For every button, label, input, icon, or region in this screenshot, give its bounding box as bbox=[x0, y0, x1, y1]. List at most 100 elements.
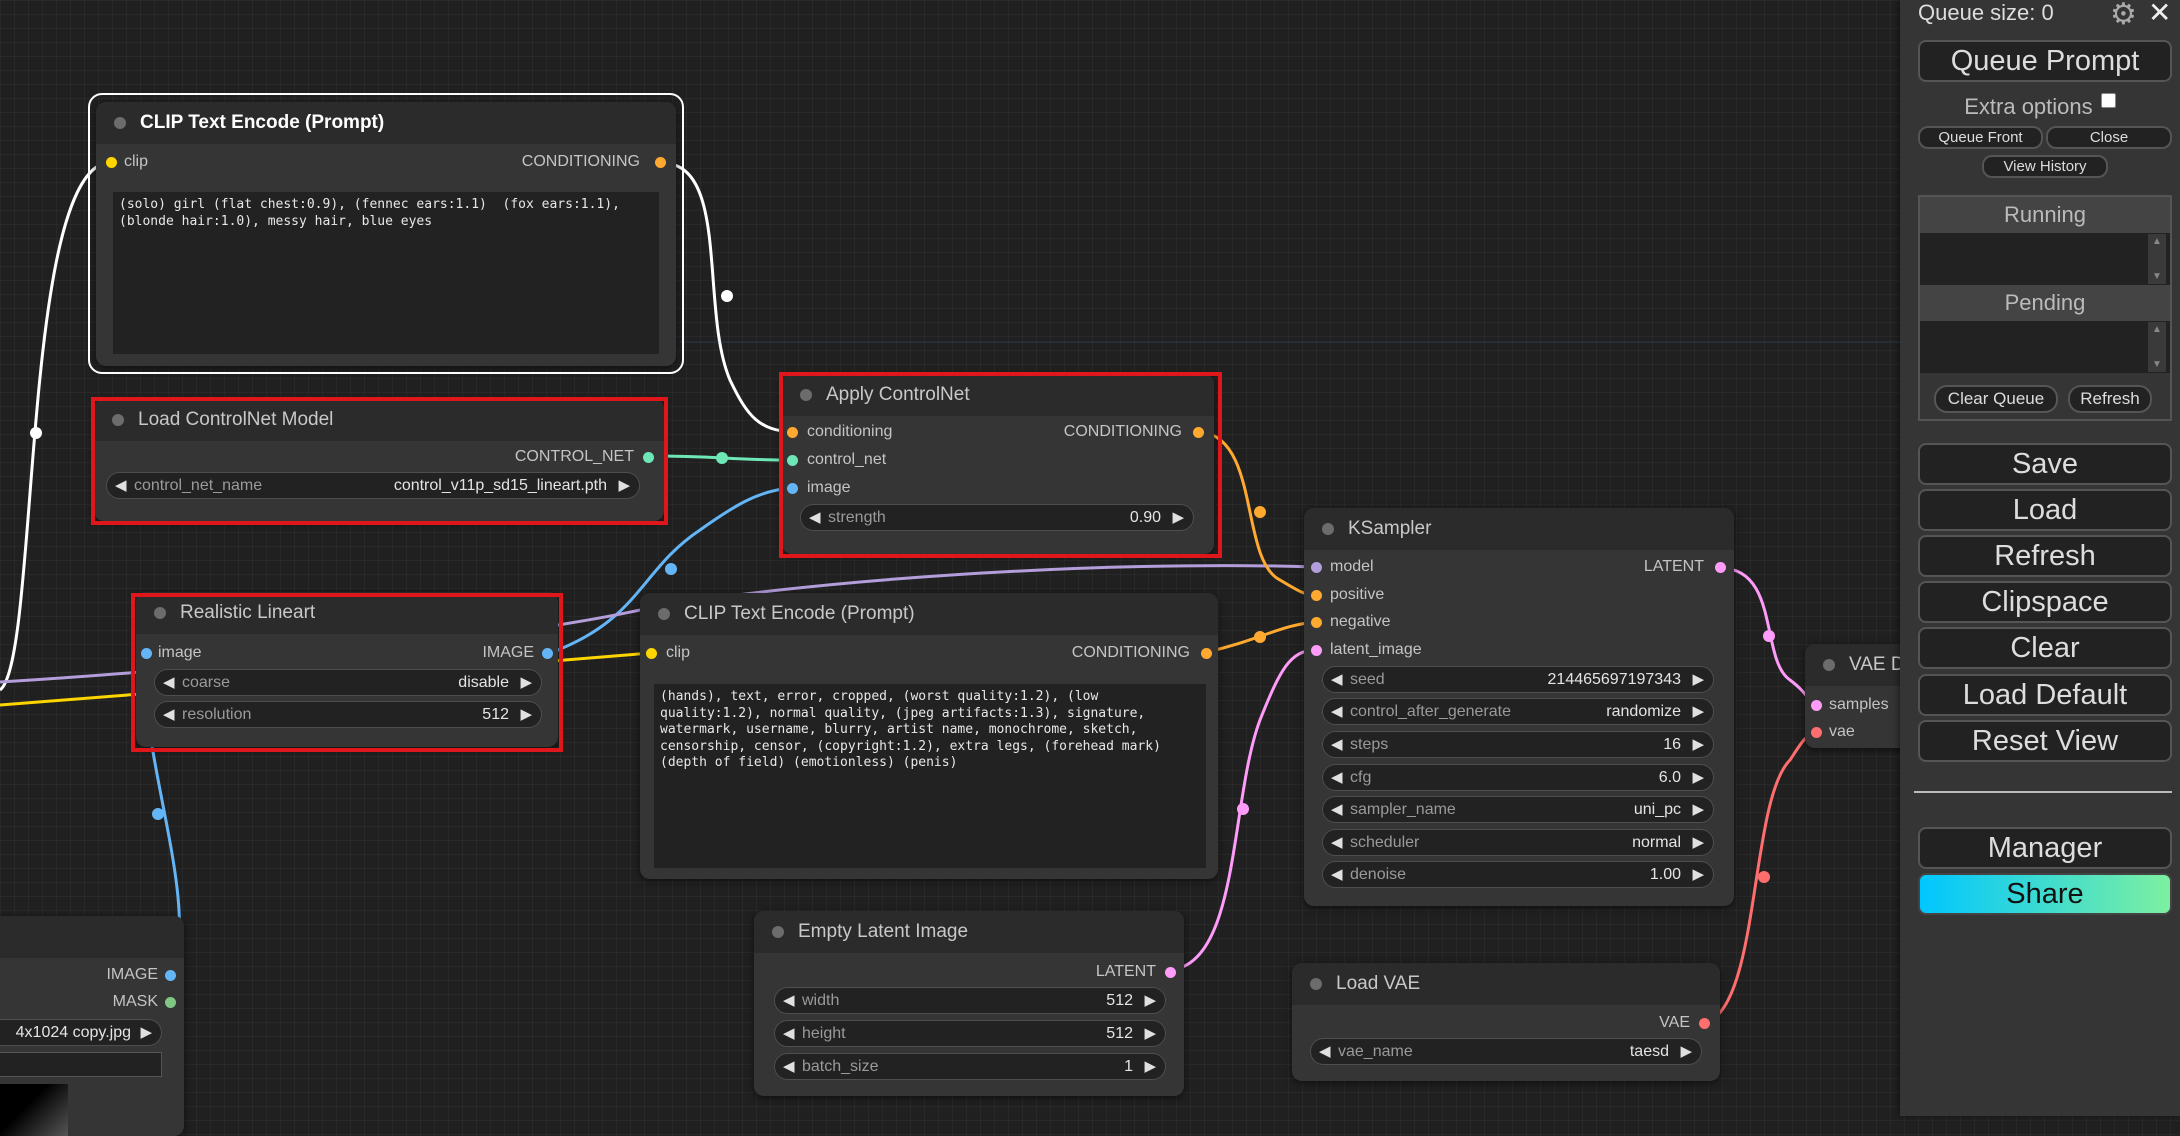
gear-icon[interactable]: ⚙ bbox=[2110, 0, 2137, 30]
batch-size-widget[interactable]: ◀ batch_size 1 ▶ bbox=[774, 1053, 1166, 1080]
load-default-button[interactable]: Load Default bbox=[1918, 674, 2172, 716]
output-conditioning-dot[interactable] bbox=[1201, 648, 1212, 659]
input-control-net-dot[interactable] bbox=[787, 455, 798, 466]
increment-arrow-icon[interactable]: ▶ bbox=[1144, 1021, 1156, 1046]
running-scrollbar[interactable]: ▲ ▼ bbox=[2148, 234, 2166, 284]
node-collapse-dot[interactable] bbox=[112, 414, 124, 426]
scroll-down-icon[interactable]: ▼ bbox=[2152, 271, 2162, 282]
output-vae-dot[interactable] bbox=[1699, 1018, 1710, 1029]
node-title-bar[interactable]: Empty Latent Image bbox=[754, 911, 1184, 953]
input-image-dot[interactable] bbox=[787, 483, 798, 494]
input-samples-dot[interactable] bbox=[1811, 700, 1822, 711]
close-icon[interactable]: ✕ bbox=[2148, 0, 2171, 29]
scroll-down-icon[interactable]: ▼ bbox=[2152, 359, 2162, 370]
increment-arrow-icon[interactable]: ▶ bbox=[1692, 732, 1704, 757]
share-button[interactable]: Share bbox=[1918, 873, 2172, 915]
output-image-dot[interactable] bbox=[165, 970, 176, 981]
increment-arrow-icon[interactable]: ▶ bbox=[140, 1020, 152, 1045]
width-widget[interactable]: ◀ width 512 ▶ bbox=[774, 987, 1166, 1014]
node-collapse-dot[interactable] bbox=[1823, 659, 1835, 671]
input-latent-image-dot[interactable] bbox=[1311, 645, 1322, 656]
increment-arrow-icon[interactable]: ▶ bbox=[1692, 797, 1704, 822]
increment-arrow-icon[interactable]: ▶ bbox=[1692, 765, 1704, 790]
control-after-generate-widget[interactable]: ◀ control_after_generate randomize ▶ bbox=[1322, 698, 1714, 725]
height-widget[interactable]: ◀ height 512 ▶ bbox=[774, 1020, 1166, 1047]
empty-latent-image-node[interactable]: Empty Latent Image LATENT ◀ width 512 ▶ … bbox=[754, 911, 1184, 1096]
decrement-arrow-icon[interactable]: ◀ bbox=[783, 1021, 795, 1046]
node-title-bar[interactable] bbox=[0, 916, 184, 958]
denoise-widget[interactable]: ◀ denoise 1.00 ▶ bbox=[1322, 861, 1714, 888]
node-title-bar[interactable]: Apply ControlNet bbox=[782, 374, 1214, 416]
seed-widget[interactable]: ◀ seed 214465697197343 ▶ bbox=[1322, 666, 1714, 693]
increment-arrow-icon[interactable]: ▶ bbox=[1692, 830, 1704, 855]
decrement-arrow-icon[interactable]: ◀ bbox=[163, 670, 175, 695]
ksampler-node[interactable]: KSampler model LATENT positive negative … bbox=[1304, 508, 1734, 906]
increment-arrow-icon[interactable]: ▶ bbox=[520, 670, 532, 695]
increment-arrow-icon[interactable]: ▶ bbox=[1144, 988, 1156, 1013]
decrement-arrow-icon[interactable]: ◀ bbox=[163, 702, 175, 727]
decrement-arrow-icon[interactable]: ◀ bbox=[1331, 830, 1343, 855]
coarse-combo[interactable]: ◀ coarse disable ▶ bbox=[154, 669, 542, 696]
steps-widget[interactable]: ◀ steps 16 ▶ bbox=[1322, 731, 1714, 758]
node-collapse-dot[interactable] bbox=[800, 389, 812, 401]
load-image-node[interactable]: IMAGE MASK 4x1024 copy.jpg ▶ bbox=[0, 916, 184, 1136]
resolution-slider[interactable]: ◀ resolution 512 ▶ bbox=[154, 701, 542, 728]
pending-scrollbar[interactable]: ▲ ▼ bbox=[2148, 322, 2166, 372]
sampler-name-widget[interactable]: ◀ sampler_name uni_pc ▶ bbox=[1322, 796, 1714, 823]
decrement-arrow-icon[interactable]: ◀ bbox=[1331, 699, 1343, 724]
node-collapse-dot[interactable] bbox=[772, 926, 784, 938]
input-image-dot[interactable] bbox=[141, 648, 152, 659]
increment-arrow-icon[interactable]: ▶ bbox=[1144, 1054, 1156, 1079]
clear-button[interactable]: Clear bbox=[1918, 627, 2172, 669]
prompt-textarea[interactable]: (solo) girl (flat chest:0.9), (fennec ea… bbox=[113, 192, 659, 354]
output-control-net-dot[interactable] bbox=[643, 452, 654, 463]
view-history-button[interactable]: View History bbox=[1982, 155, 2108, 178]
vae-name-combo[interactable]: ◀ vae_name taesd ▶ bbox=[1310, 1038, 1702, 1065]
manager-button[interactable]: Manager bbox=[1918, 827, 2172, 869]
node-title-bar[interactable]: Load ControlNet Model bbox=[94, 399, 664, 441]
apply-controlnet-node[interactable]: Apply ControlNet conditioning CONDITIONI… bbox=[782, 374, 1214, 554]
output-latent-dot[interactable] bbox=[1165, 967, 1176, 978]
node-title-bar[interactable]: Load VAE bbox=[1292, 963, 1720, 1005]
input-conditioning-dot[interactable] bbox=[787, 427, 798, 438]
extra-options-checkbox[interactable] bbox=[2100, 93, 2116, 108]
output-image-dot[interactable] bbox=[542, 648, 553, 659]
node-collapse-dot[interactable] bbox=[114, 117, 126, 129]
output-conditioning-dot[interactable] bbox=[1193, 427, 1204, 438]
upload-field[interactable] bbox=[0, 1052, 162, 1077]
reset-view-button[interactable]: Reset View bbox=[1918, 720, 2172, 762]
cfg-widget[interactable]: ◀ cfg 6.0 ▶ bbox=[1322, 764, 1714, 791]
node-collapse-dot[interactable] bbox=[1310, 978, 1322, 990]
input-model-dot[interactable] bbox=[1311, 562, 1322, 573]
input-clip-dot[interactable] bbox=[106, 157, 117, 168]
output-conditioning-dot[interactable] bbox=[655, 157, 666, 168]
image-file-combo[interactable]: 4x1024 copy.jpg ▶ bbox=[0, 1019, 162, 1046]
realistic-lineart-node[interactable]: Realistic Lineart image IMAGE ◀ coarse d… bbox=[136, 592, 558, 747]
decrement-arrow-icon[interactable]: ◀ bbox=[1331, 797, 1343, 822]
decrement-arrow-icon[interactable]: ◀ bbox=[783, 1054, 795, 1079]
increment-arrow-icon[interactable]: ▶ bbox=[1172, 505, 1184, 530]
scheduler-widget[interactable]: ◀ scheduler normal ▶ bbox=[1322, 829, 1714, 856]
node-title-bar[interactable]: CLIP Text Encode (Prompt) bbox=[640, 593, 1218, 635]
increment-arrow-icon[interactable]: ▶ bbox=[1680, 1039, 1692, 1064]
node-title-bar[interactable]: Realistic Lineart bbox=[136, 592, 558, 634]
node-collapse-dot[interactable] bbox=[1322, 523, 1334, 535]
output-mask-dot[interactable] bbox=[165, 997, 176, 1008]
decrement-arrow-icon[interactable]: ◀ bbox=[783, 988, 795, 1013]
clip-text-encode-negative-node[interactable]: CLIP Text Encode (Prompt) clip CONDITION… bbox=[640, 593, 1218, 879]
decrement-arrow-icon[interactable]: ◀ bbox=[809, 505, 821, 530]
decrement-arrow-icon[interactable]: ◀ bbox=[1331, 765, 1343, 790]
decrement-arrow-icon[interactable]: ◀ bbox=[115, 473, 127, 498]
input-positive-dot[interactable] bbox=[1311, 590, 1322, 601]
input-clip-dot[interactable] bbox=[646, 648, 657, 659]
refresh-queue-button[interactable]: Refresh bbox=[2068, 385, 2152, 413]
clipspace-button[interactable]: Clipspace bbox=[1918, 581, 2172, 623]
increment-arrow-icon[interactable]: ▶ bbox=[1692, 699, 1704, 724]
save-button[interactable]: Save bbox=[1918, 443, 2172, 485]
increment-arrow-icon[interactable]: ▶ bbox=[520, 702, 532, 727]
decrement-arrow-icon[interactable]: ◀ bbox=[1331, 732, 1343, 757]
increment-arrow-icon[interactable]: ▶ bbox=[618, 473, 630, 498]
node-collapse-dot[interactable] bbox=[658, 608, 670, 620]
input-negative-dot[interactable] bbox=[1311, 617, 1322, 628]
prompt-textarea[interactable]: (hands), text, error, cropped, (worst qu… bbox=[654, 684, 1206, 868]
